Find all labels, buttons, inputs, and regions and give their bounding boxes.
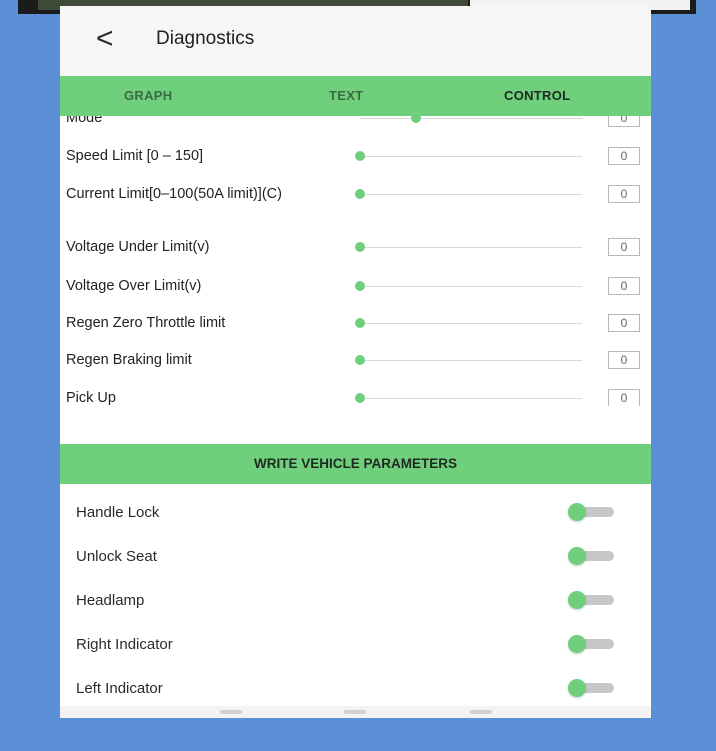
- value-field[interactable]: 0: [608, 116, 640, 127]
- slider-thumb[interactable]: [355, 242, 365, 252]
- param-label: Mode: [66, 116, 103, 126]
- slider-track[interactable]: [360, 118, 582, 119]
- value-field[interactable]: 0: [608, 185, 640, 203]
- toggle-label: Right Indicator: [76, 636, 173, 653]
- toggle-label: Headlamp: [76, 592, 145, 609]
- write-vehicle-parameters-button[interactable]: WRITE VEHICLE PARAMETERS: [60, 444, 651, 484]
- page-title: Diagnostics: [156, 28, 255, 49]
- handle-lock-switch[interactable]: [568, 503, 616, 521]
- toggle-row-handle-lock: Handle Lock: [60, 498, 651, 528]
- slider-thumb[interactable]: [355, 281, 365, 291]
- nav-back-icon[interactable]: [470, 710, 492, 714]
- toggle-row-headlamp: Headlamp: [60, 586, 651, 616]
- value-field[interactable]: 0: [608, 389, 640, 406]
- slider-thumb[interactable]: [355, 318, 365, 328]
- tab-control[interactable]: CONTROL: [504, 76, 570, 116]
- toggle-row-right-indicator: Right Indicator: [60, 630, 651, 660]
- slider-track[interactable]: [360, 286, 582, 287]
- param-label: Regen Braking limit: [66, 352, 192, 368]
- param-label: Speed Limit [0 – 150]: [66, 148, 204, 164]
- slider-thumb[interactable]: [355, 393, 365, 403]
- slider-track[interactable]: [360, 194, 582, 195]
- slider-track[interactable]: [360, 323, 582, 324]
- toggle-row-left-indicator: Left Indicator: [60, 674, 651, 704]
- slider-thumb[interactable]: [355, 355, 365, 365]
- value-field[interactable]: 0: [608, 147, 640, 165]
- tab-bar: GRAPH TEXT CONTROL: [60, 76, 651, 116]
- slider-track[interactable]: [360, 156, 582, 157]
- param-label: Pick Up: [66, 390, 116, 406]
- toggle-row-unlock-seat: Unlock Seat: [60, 542, 651, 572]
- slider-thumb[interactable]: [355, 151, 365, 161]
- value-field[interactable]: 0: [608, 351, 640, 369]
- slider-thumb[interactable]: [355, 189, 365, 199]
- chevron-left-icon[interactable]: <: [96, 24, 114, 54]
- param-label: Voltage Over Limit(v): [66, 278, 202, 294]
- toggle-label: Unlock Seat: [76, 548, 157, 565]
- toggle-label: Handle Lock: [76, 504, 160, 521]
- slider-track[interactable]: [360, 398, 582, 399]
- phone-screen: < Diagnostics GRAPH TEXT CONTROL Mode 0 …: [60, 6, 651, 718]
- app-header: < Diagnostics: [60, 6, 651, 76]
- value-field[interactable]: 0: [608, 238, 640, 256]
- system-nav-bar: [60, 706, 651, 718]
- left-indicator-switch[interactable]: [568, 679, 616, 697]
- slider-thumb[interactable]: [410, 116, 421, 123]
- toggle-label: Left Indicator: [76, 680, 163, 697]
- nav-home-icon[interactable]: [344, 710, 366, 714]
- slider-track[interactable]: [360, 247, 582, 248]
- unlock-seat-switch[interactable]: [568, 547, 616, 565]
- nav-recent-icon[interactable]: [220, 710, 242, 714]
- param-label: Regen Zero Throttle limit: [66, 315, 226, 331]
- param-label: Voltage Under Limit(v): [66, 239, 210, 255]
- headlamp-switch[interactable]: [568, 591, 616, 609]
- tab-graph[interactable]: GRAPH: [124, 76, 172, 116]
- tab-text[interactable]: TEXT: [329, 76, 363, 116]
- right-indicator-switch[interactable]: [568, 635, 616, 653]
- slider-track[interactable]: [360, 360, 582, 361]
- value-field[interactable]: 0: [608, 277, 640, 295]
- parameter-list: Mode 0 Speed Limit [0 – 150] 0 Current L…: [60, 116, 651, 406]
- param-label: Current Limit[0–100(50A limit)](C): [66, 186, 282, 202]
- value-field[interactable]: 0: [608, 314, 640, 332]
